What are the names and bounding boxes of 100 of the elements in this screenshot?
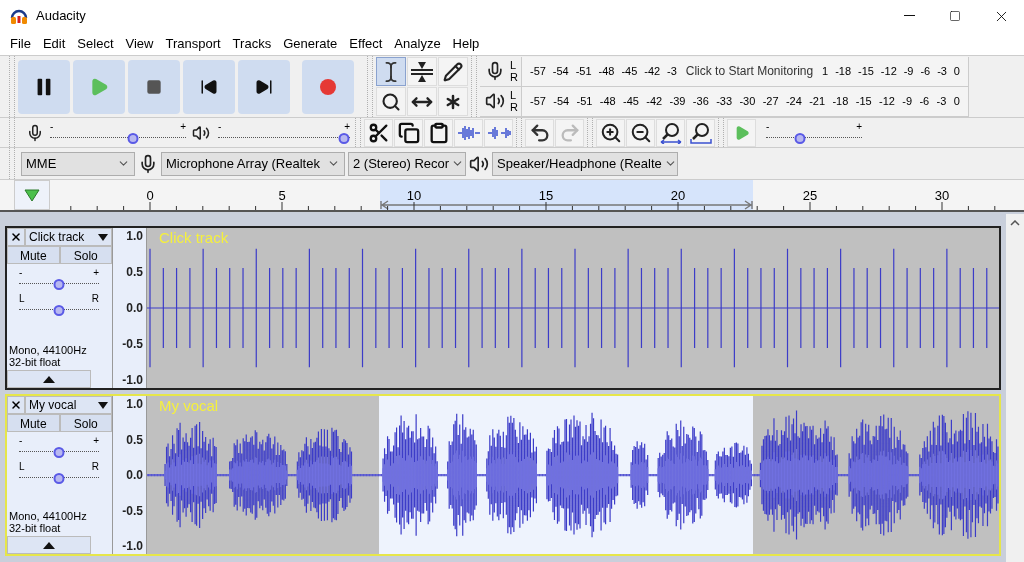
playback-speed-slider[interactable] (766, 131, 862, 144)
track-menu-button[interactable]: My vocal (25, 396, 112, 414)
cut-button[interactable] (364, 118, 393, 147)
playback-volume-slider[interactable] (218, 131, 350, 144)
skip-start-button[interactable] (183, 59, 235, 114)
solo-button[interactable]: Solo (59, 246, 112, 264)
zoom-tool-button[interactable] (376, 87, 406, 116)
play-head-button[interactable] (14, 180, 50, 210)
meter-scale-label: -3 (937, 63, 947, 79)
pan-slider[interactable] (19, 304, 99, 316)
magnifier-arrows-icon (658, 121, 683, 144)
slider-max-label: R (91, 462, 99, 472)
meter-scale-label: -15 (855, 93, 872, 109)
recording-channels-dropdown[interactable]: 2 (Stereo) Recor (348, 151, 466, 176)
menu-item[interactable]: Effect (343, 33, 389, 54)
meter-scale-label: -12 (879, 93, 895, 109)
slider-thumb[interactable] (794, 132, 806, 144)
collapse-button[interactable] (7, 536, 91, 554)
slider-thumb[interactable] (127, 132, 139, 144)
slider-thumb[interactable] (338, 132, 350, 144)
menu-item[interactable]: Transport (159, 33, 227, 54)
menu-item[interactable]: Select (71, 33, 120, 54)
level-meter[interactable]: -57 -54 -51 -48 -45 -42 -3 Click to Start Monitoring 1 -18 -15 -12 -9 -6 -3 0 (521, 56, 969, 86)
slider-thumb[interactable] (53, 305, 65, 316)
slider-thumb[interactable] (53, 279, 65, 290)
meter-scale-label: -6 (919, 93, 930, 109)
close-icon (10, 399, 22, 411)
slider-max-label: + (180, 121, 186, 132)
menu-item[interactable]: Help (446, 33, 486, 54)
meter-scale-label: -15 (858, 63, 874, 79)
ruler-label: 20 (670, 187, 686, 205)
menu-item[interactable]: Tracks (226, 33, 278, 54)
stop-icon (146, 78, 162, 95)
menu-item[interactable]: File (4, 33, 37, 54)
play-icon (89, 76, 109, 97)
menu-item[interactable]: Analyze (388, 33, 447, 54)
gain-slider[interactable] (19, 278, 99, 290)
meter-scale-label: -24 (785, 93, 802, 109)
caret-icon (98, 401, 108, 409)
slider-thumb[interactable] (53, 473, 65, 484)
collapse-button[interactable] (7, 370, 91, 388)
silence-button[interactable] (484, 118, 513, 147)
timeshift-tool-button[interactable] (407, 87, 437, 116)
stop-button[interactable] (128, 59, 180, 114)
slider-min-label: L (19, 294, 25, 304)
meter-scale-label: 1 (822, 63, 829, 79)
mute-button[interactable]: Mute (7, 414, 60, 432)
track-info: 32-bit float (8, 356, 62, 368)
record-button[interactable] (302, 59, 354, 114)
track-title-overlay: Click track (159, 229, 229, 247)
menu-item[interactable]: Generate (277, 33, 344, 54)
select-tool-button[interactable] (376, 57, 406, 86)
speaker-icon (469, 153, 489, 174)
level-meter[interactable]: -57 -54 -51 -48 -45 -42 -39 -36 -33 -30 -27 -24 -21 -18 -15 -12 -9 -6 -3 0 (521, 86, 969, 116)
meter-scale-label: -39 (669, 93, 686, 109)
draw-tool-button[interactable] (438, 57, 468, 86)
menu-item[interactable]: View (119, 33, 160, 54)
meter-scale-label: -54 (553, 93, 570, 109)
trim-button[interactable] (454, 118, 483, 147)
caret-icon (98, 233, 108, 241)
envelope-tool-button[interactable] (407, 57, 437, 86)
monitoring-prompt[interactable]: Click to Start Monitoring (683, 62, 816, 80)
pan-slider[interactable] (19, 472, 99, 484)
mute-button[interactable]: Mute (7, 246, 60, 264)
fit-project-button[interactable] (686, 118, 715, 147)
meter-scale-label: -48 (599, 93, 616, 109)
skip-end-button[interactable] (238, 59, 290, 114)
pause-button[interactable] (18, 59, 70, 114)
audio-host-dropdown[interactable]: MME (21, 151, 135, 176)
paste-button[interactable] (424, 118, 453, 147)
slider-min-label: - (19, 436, 23, 446)
multi-tool-button[interactable] (438, 87, 468, 116)
recording-volume-slider[interactable] (50, 131, 186, 144)
playback-device-dropdown[interactable]: Speaker/Headphone (Realte (492, 151, 678, 176)
solo-button[interactable]: Solo (59, 414, 112, 432)
microphone-icon (485, 61, 505, 81)
channel-label: L (510, 59, 518, 71)
copy-icon (397, 121, 420, 144)
up-triangle-icon (43, 375, 55, 383)
undo-button[interactable] (525, 118, 554, 147)
gain-slider[interactable] (19, 446, 99, 458)
meter-scale-label: -51 (576, 93, 593, 109)
meter-scale-label: -9 (903, 63, 914, 79)
scale-label: -1.0 (122, 373, 143, 387)
ruler-label: 30 (934, 187, 950, 205)
meter-scale-label: -45 (621, 63, 638, 79)
track-menu-button[interactable]: Click track (25, 228, 112, 246)
fit-selection-button[interactable] (656, 118, 685, 147)
search-icon (381, 91, 401, 112)
zoom-out-button[interactable] (626, 118, 655, 147)
skip-start-icon (200, 77, 218, 96)
slider-max-label: R (91, 294, 99, 304)
zoom-in-button[interactable] (596, 118, 625, 147)
slider-thumb[interactable] (53, 447, 65, 458)
recording-device-dropdown[interactable]: Microphone Array (Realtek (161, 151, 345, 176)
copy-button[interactable] (394, 118, 423, 147)
track-info: 32-bit float (8, 522, 62, 534)
meter-scale-label: -36 (692, 93, 709, 109)
vertical-scrollbar[interactable] (1006, 214, 1024, 562)
menu-item[interactable]: Edit (36, 33, 72, 54)
